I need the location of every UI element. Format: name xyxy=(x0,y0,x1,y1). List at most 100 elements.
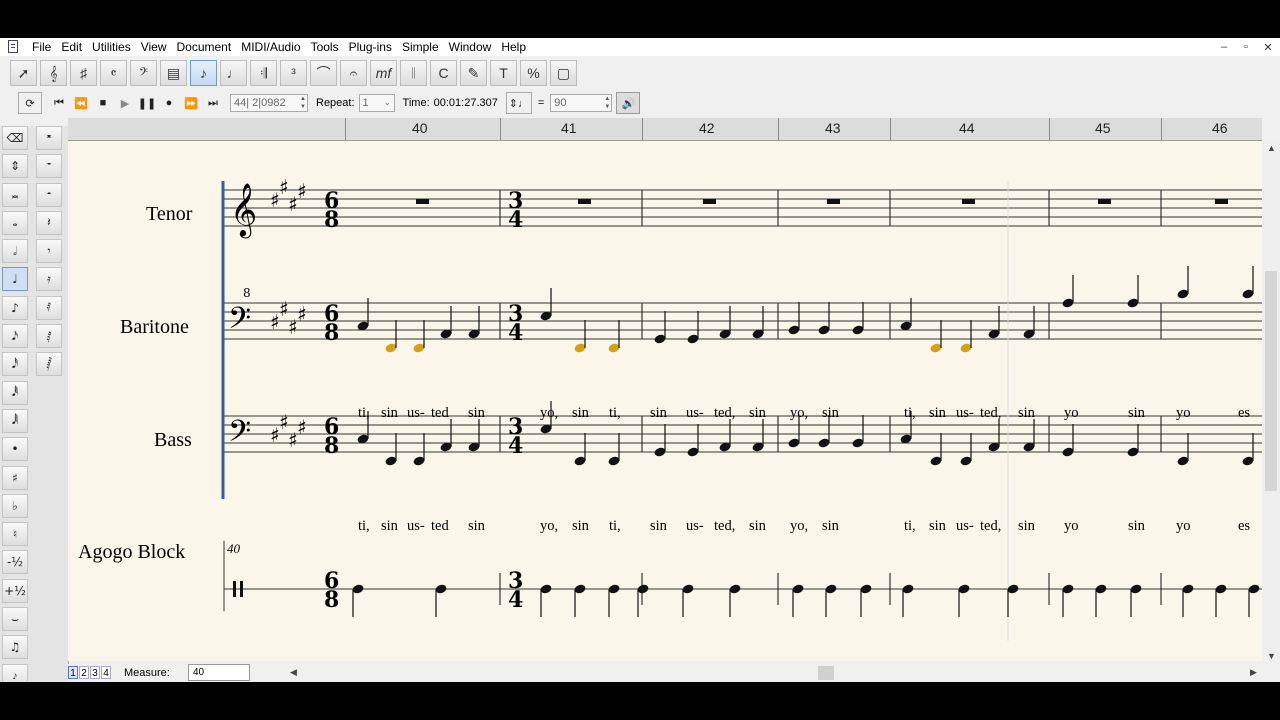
eraser-icon[interactable]: ⌫ xyxy=(2,126,28,150)
scroll-left-icon[interactable]: ◀ xyxy=(290,667,297,678)
selection-tool-icon[interactable]: ▢ xyxy=(550,60,577,86)
clef-tool-icon[interactable]: 𝄞 xyxy=(40,60,67,86)
lyric-syllable[interactable]: yo, xyxy=(790,518,808,535)
speedy-entry-icon[interactable]: ♩ xyxy=(220,60,247,86)
menu-utilities[interactable]: Utilities xyxy=(88,38,135,56)
lyrics-tool-icon[interactable]: ✎ xyxy=(460,60,487,86)
thirty-second-rest-icon[interactable]: 𝅀 xyxy=(36,295,62,320)
lyric-syllable[interactable]: ted, xyxy=(714,405,735,422)
lyric-syllable[interactable]: sin xyxy=(572,518,589,535)
page-2-button[interactable]: 2 xyxy=(79,666,89,679)
whole-rest-icon[interactable]: 𝄻 xyxy=(36,154,62,179)
restore-button[interactable]: ▫ xyxy=(1240,41,1252,53)
lyric-syllable[interactable]: ti, xyxy=(904,405,916,422)
lyric-syllable[interactable]: ted, xyxy=(980,405,1001,422)
tempo-field[interactable]: 90 ▲ ▼ xyxy=(550,94,613,112)
tie-icon[interactable]: ⌣ xyxy=(2,607,28,632)
vertical-scrollbar[interactable]: ▲ ▼ xyxy=(1262,141,1280,666)
rewind-icon[interactable]: ⏪ xyxy=(70,93,92,113)
ruler-measure-44[interactable]: 44 xyxy=(959,120,975,136)
half-note-icon[interactable]: 𝅗𝅥 xyxy=(2,239,28,264)
eighth-rest-icon[interactable]: 𝄾 xyxy=(36,239,62,264)
forward-end-icon[interactable]: ⏭ xyxy=(202,93,224,113)
stop-icon[interactable]: ■ xyxy=(92,93,114,113)
lyric-syllable[interactable]: us- xyxy=(686,405,704,422)
lyric-syllable[interactable]: yo, xyxy=(540,518,558,535)
rewind-start-icon[interactable]: ⏮ xyxy=(48,93,70,113)
articulation-icon[interactable]: 𝄐 xyxy=(340,60,367,86)
menu-help[interactable]: Help xyxy=(497,38,530,56)
sixteenth-note-icon[interactable]: 𝅘𝅥𝅯 xyxy=(2,324,28,349)
scroll-right-icon[interactable]: ▶ xyxy=(1250,667,1257,678)
flip-icon[interactable]: ⇕ xyxy=(2,154,28,179)
flat-icon[interactable]: ♭ xyxy=(2,493,28,518)
lyric-syllable[interactable]: sin xyxy=(1128,518,1145,535)
menu-plug-ins[interactable]: Plug-ins xyxy=(345,38,396,56)
lyric-syllable[interactable]: sin xyxy=(822,518,839,535)
close-button[interactable]: ✕ xyxy=(1262,41,1274,54)
staff-tool-icon[interactable]: 𝄁 xyxy=(400,60,427,86)
lyric-syllable[interactable]: sin xyxy=(650,405,667,422)
page-1-button[interactable]: 1 xyxy=(68,666,78,679)
lyric-syllable[interactable]: ted, xyxy=(714,518,735,535)
menu-view[interactable]: View xyxy=(137,38,171,56)
lyric-syllable[interactable]: sin xyxy=(1128,405,1145,422)
tempo-spinner-icon[interactable]: ▲ ▼ xyxy=(604,95,610,111)
lyric-syllable[interactable]: ti, xyxy=(904,518,916,535)
lyric-syllable[interactable]: ted, xyxy=(980,518,1001,535)
menu-edit[interactable]: Edit xyxy=(57,38,86,56)
chord-tool-icon[interactable]: C xyxy=(430,60,457,86)
record-icon[interactable]: ● xyxy=(158,93,180,113)
pause-icon[interactable]: ❚❚ xyxy=(136,93,158,113)
ruler-measure-40[interactable]: 40 xyxy=(412,120,428,136)
expression-icon[interactable]: mf xyxy=(370,60,397,86)
sixteenth-rest-icon[interactable]: 𝄿 xyxy=(36,267,62,292)
double-whole-icon[interactable]: 𝅜 xyxy=(2,182,28,207)
play-icon[interactable]: ▶ xyxy=(114,93,136,113)
measure-input[interactable]: 40 xyxy=(188,664,250,681)
tempo-note-icon[interactable]: ⇕♩ xyxy=(505,92,532,114)
menu-window[interactable]: Window xyxy=(445,38,496,56)
lyric-syllable[interactable]: ted xyxy=(431,518,449,535)
repeat-tool-icon[interactable]: 𝄇 xyxy=(250,60,277,86)
ruler-measure-45[interactable]: 45 xyxy=(1095,120,1111,136)
lyric-syllable[interactable]: ted xyxy=(431,405,449,422)
lyric-syllable[interactable]: yo xyxy=(1064,518,1079,535)
ruler-measure-42[interactable]: 42 xyxy=(699,120,715,136)
lyric-syllable[interactable]: sin xyxy=(1018,518,1035,535)
scroll-down-icon[interactable]: ▼ xyxy=(1267,651,1276,661)
menu-tools[interactable]: Tools xyxy=(307,38,343,56)
lyric-syllable[interactable]: us- xyxy=(407,405,425,422)
ruler-measure-46[interactable]: 46 xyxy=(1212,120,1228,136)
lyric-syllable[interactable]: sin xyxy=(381,518,398,535)
minimize-button[interactable]: – xyxy=(1218,41,1230,53)
position-field[interactable]: 44| 2|0982 ▲ ▼ xyxy=(230,94,308,112)
text-tool-icon[interactable]: T xyxy=(490,60,517,86)
horizontal-scroll-thumb[interactable] xyxy=(818,666,834,680)
loop-icon[interactable]: ⟳ xyxy=(18,92,42,114)
lyric-syllable[interactable]: sin xyxy=(468,405,485,422)
whole-note-icon[interactable]: 𝅝 xyxy=(2,210,28,235)
bass-clef-tool-icon[interactable]: 𝄢 xyxy=(130,60,157,86)
tuplet-tool-icon[interactable]: ³ xyxy=(280,60,307,86)
lyric-syllable[interactable]: sin xyxy=(650,518,667,535)
menu-midi-audio[interactable]: MIDI/Audio xyxy=(237,38,304,56)
fast-forward-icon[interactable]: ⏩ xyxy=(180,93,202,113)
resize-tool-icon[interactable]: % xyxy=(520,60,547,86)
thirty-second-note-icon[interactable]: 𝅘𝅥𝅰 xyxy=(2,352,28,377)
lyric-syllable[interactable]: sin xyxy=(572,405,589,422)
arrow-tool-icon[interactable]: ➚ xyxy=(10,60,37,86)
lyric-syllable[interactable]: es xyxy=(1238,518,1250,535)
repeat-select[interactable]: 1 ⌄ xyxy=(358,94,395,112)
lyric-syllable[interactable]: us- xyxy=(956,518,974,535)
ruler-measure-41[interactable]: 41 xyxy=(561,120,577,136)
lyric-syllable[interactable]: yo xyxy=(1064,405,1079,422)
double-whole-rest-icon[interactable]: 𝄺 xyxy=(36,126,62,150)
quarter-rest-icon[interactable]: 𝄽 xyxy=(36,210,62,235)
lyric-syllable[interactable]: sin xyxy=(822,405,839,422)
lyric-syllable[interactable]: sin xyxy=(749,518,766,535)
natural-icon[interactable]: ♮ xyxy=(2,522,28,547)
lyric-syllable[interactable]: ti, xyxy=(609,518,621,535)
page-4-button[interactable]: 4 xyxy=(101,666,111,679)
page-3-button[interactable]: 3 xyxy=(90,666,100,679)
